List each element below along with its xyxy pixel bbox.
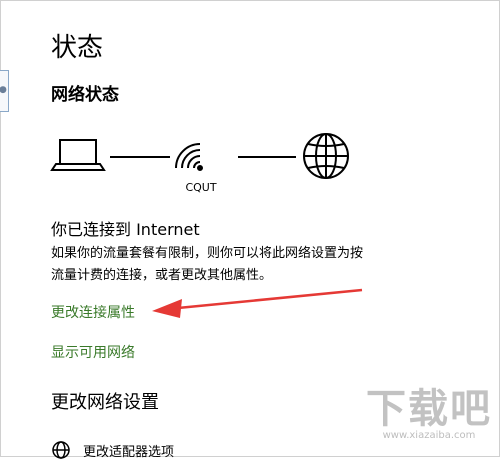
wifi-icon [175, 143, 203, 171]
change-network-settings-title: 更改网络设置 [51, 392, 159, 413]
connection-status-description: 如果你的流量套餐有限制，则你可以将此网络设置为按流量计费的连接，或者更改其他属性… [51, 246, 364, 283]
wifi-ssid-label: CQUT [185, 181, 216, 194]
watermark-logo-text: 下载吧 [366, 385, 492, 432]
network-status-title: 网络状态 [51, 85, 119, 105]
page-title: 状态 [51, 33, 104, 63]
nav-edge-marker-icon: ● [0, 85, 7, 95]
nav-edge-tab[interactable]: ● [0, 70, 9, 112]
change-connection-properties-link[interactable]: 更改连接属性 [51, 302, 135, 322]
network-diagram: CQUT [50, 133, 349, 194]
watermark-url: www.xiazaiba.com [382, 430, 476, 441]
watermark-logo: 下载吧 www.xiazaiba.com [365, 388, 493, 452]
laptop-icon [50, 139, 106, 171]
annotation-arrow [152, 288, 363, 318]
show-available-networks-link[interactable]: 显示可用网络 [51, 342, 135, 362]
globe-icon [52, 441, 70, 459]
connection-status-heading: 你已连接到 Internet [51, 220, 200, 239]
globe-icon [303, 133, 349, 179]
change-adapter-options-item[interactable]: 更改适配器选项 [51, 440, 174, 460]
